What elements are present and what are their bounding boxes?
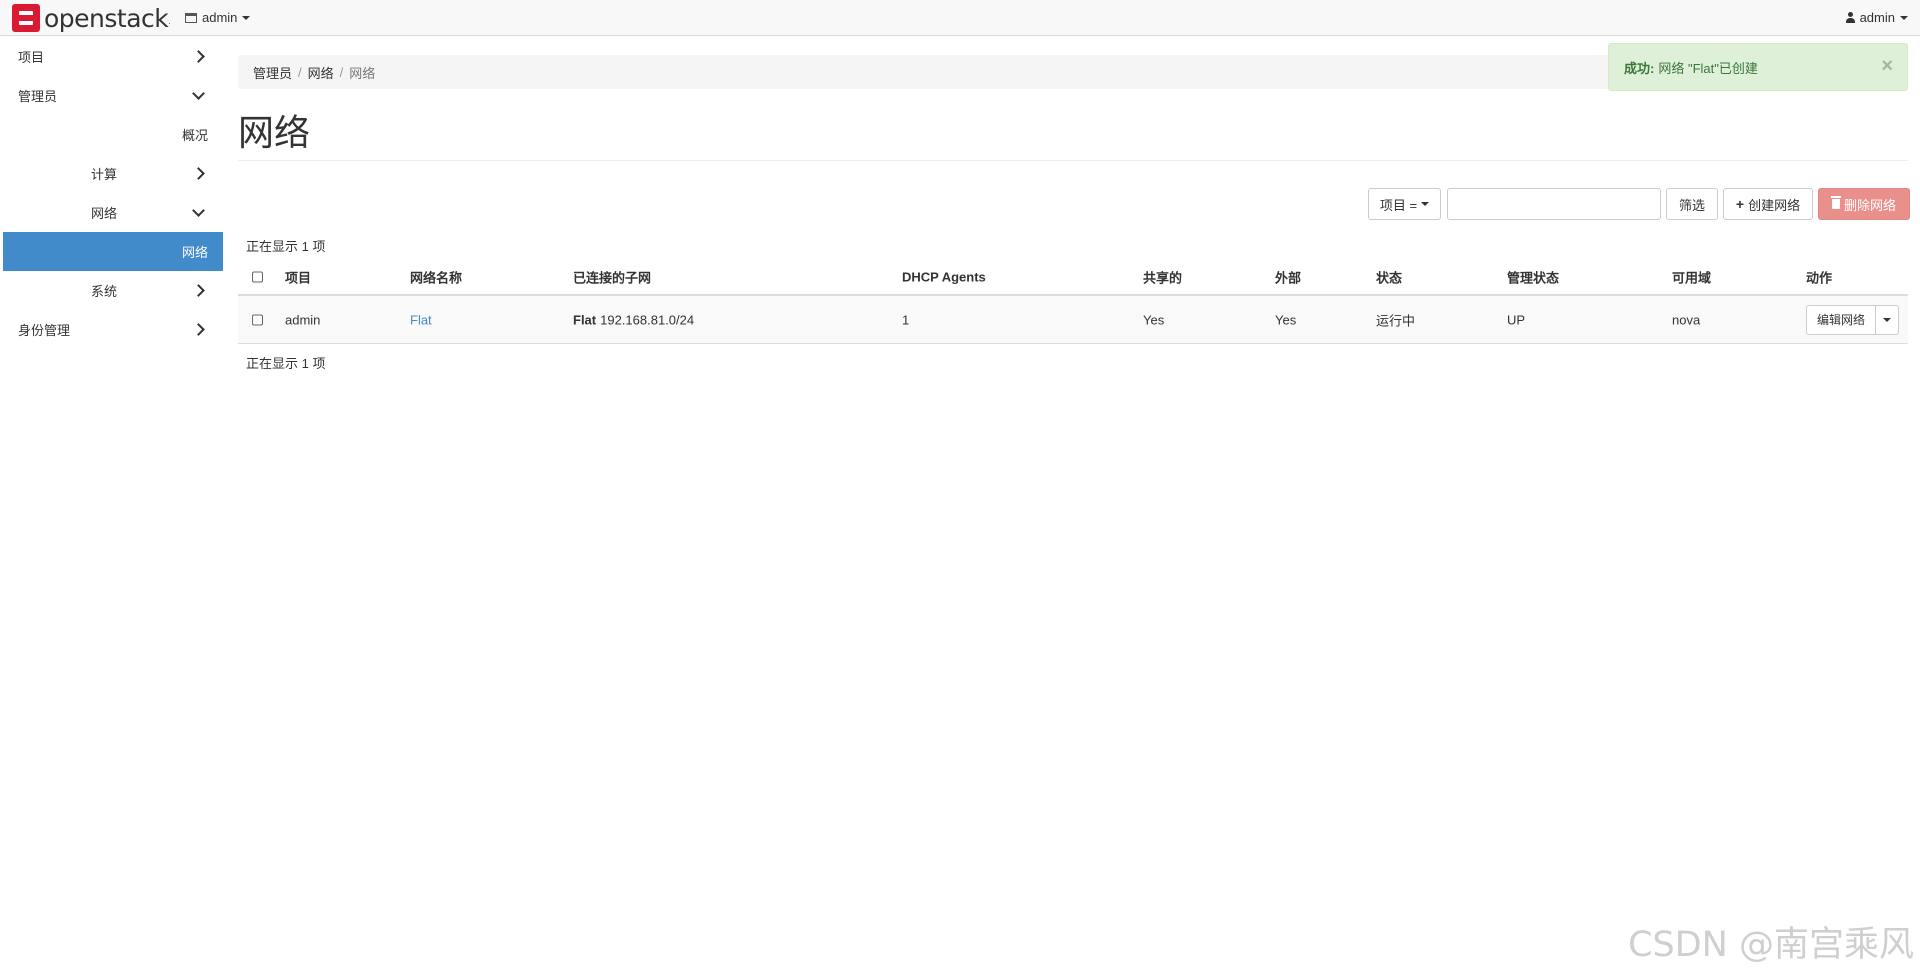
breadcrumb-item-network[interactable]: 网络 [308,63,334,82]
sidebar-item-label: 网络 [91,206,118,221]
breadcrumb-item-current: 网络 [349,65,376,81]
openstack-logo-icon [12,4,40,32]
chevron-down-icon [194,89,204,101]
sidebar-item-label: 网络 [181,245,208,260]
chevron-right-icon [194,284,204,296]
column-header[interactable]: 已连接的子网 [573,268,651,287]
plus-icon: + [1735,196,1745,212]
title-divider [238,160,1908,161]
column-header[interactable]: 网络名称 [410,268,462,287]
delete-networks-label: 删除网络 [1843,197,1896,213]
cell-external: Yes [1275,312,1297,327]
column-header: 动作 [1806,270,1833,286]
chevron-right-icon [194,323,204,335]
sidebar-item-identity[interactable]: 身份管理 [0,310,224,349]
breadcrumb-item-admin[interactable]: 管理员 [253,63,292,82]
sidebar-item-admin[interactable]: 管理员 [0,76,224,115]
sidebar-item-label: 系统 [91,284,118,299]
column-header[interactable]: 外部 [1275,268,1301,287]
subnet-cidr: 192.168.81.0/24 [600,312,695,327]
logo-text: openstack [44,3,169,33]
cell-availability-zone: nova [1672,312,1701,327]
breadcrumb-separator: / [298,64,302,80]
filter-field-label: 项目 = [1379,197,1418,213]
caret-down-icon [1883,317,1892,322]
caret-down-icon [1421,202,1430,206]
filter-field-select[interactable]: 项目 = [1368,188,1441,220]
openstack-logo[interactable]: openstack . [12,3,171,33]
column-header[interactable]: DHCP Agents [902,270,986,285]
create-network-button[interactable]: + 创建网络 [1723,188,1813,220]
caret-down-icon [1900,15,1908,20]
success-alert: 成功: 网络 "Flat"已创建 × [1608,43,1908,91]
project-switcher-label: admin [202,10,238,25]
edit-network-button[interactable]: 编辑网络 [1806,304,1877,335]
column-header[interactable]: 可用域 [1672,268,1711,287]
networks-table: 项目 网络名称 已连接的子网 DHCP Agents 共享的 外部 状态 管理状… [238,260,1908,344]
chevron-down-icon [194,206,204,218]
watermark: CSDN @南宫乘风 [1628,925,1914,965]
sidebar: 项目 管理员 概况 计算 网络 网络 系统 身份管理 [0,37,224,349]
network-name-link[interactable]: Flat [410,312,432,327]
sidebar-item-label: 身份管理 [18,323,71,338]
cell-status: 运行中 [1376,313,1416,328]
close-icon[interactable]: × [1881,56,1893,76]
sidebar-item-networks[interactable]: 网络 [3,232,223,271]
table-header-row: 项目 网络名称 已连接的子网 DHCP Agents 共享的 外部 状态 管理状… [238,260,1908,296]
column-header[interactable]: 管理状态 [1507,268,1559,287]
select-all-checkbox[interactable] [252,271,263,283]
user-menu[interactable]: admin [1845,10,1908,25]
alert-message: 网络 "Flat"已创建 [1658,60,1758,76]
top-navbar: openstack . admin admin [0,0,1920,36]
sidebar-item-network-group[interactable]: 网络 [0,193,224,232]
column-header[interactable]: 状态 [1376,268,1402,287]
sidebar-item-compute[interactable]: 计算 [0,154,224,193]
window-icon [185,12,197,23]
filter-button[interactable]: 筛选 [1666,188,1718,220]
cell-admin-state: UP [1507,312,1526,327]
project-switcher[interactable]: admin [185,10,251,25]
cell-dhcp-agents: 1 [902,312,910,327]
cell-shared: Yes [1143,312,1165,327]
cell-subnets: Flat 192.168.81.0/24 [573,312,694,327]
column-header[interactable]: 共享的 [1143,268,1182,287]
chevron-right-icon [194,167,204,179]
filter-input[interactable] [1447,188,1661,220]
sidebar-item-system[interactable]: 系统 [0,271,224,310]
cell-project: admin [285,312,321,327]
sidebar-item-label: 计算 [91,167,118,182]
column-header[interactable]: 项目 [285,268,311,287]
item-count-bottom: 正在显示 1 项 [246,356,326,371]
delete-networks-button[interactable]: 删除网络 [1818,188,1910,220]
chevron-right-icon [194,50,204,62]
sidebar-item-label: 管理员 [18,89,58,104]
alert-prefix: 成功: [1624,60,1655,76]
row-actions: 编辑网络 [1806,304,1900,335]
user-icon [1845,12,1855,23]
breadcrumb-separator: / [339,64,344,80]
trash-icon [1830,196,1841,209]
row-actions-dropdown[interactable] [1876,304,1900,335]
table-row: admin Flat Flat 192.168.81.0/24 1 Yes Yes… [238,296,1908,344]
sidebar-item-label: 项目 [18,50,45,65]
row-checkbox[interactable] [252,314,263,325]
sidebar-item-label: 概况 [181,128,208,143]
subnet-name: Flat [573,312,597,327]
caret-down-icon [242,15,251,20]
create-network-label: 创建网络 [1748,197,1801,213]
item-count-top: 正在显示 1 项 [246,239,326,254]
page-title: 网络 [238,112,311,153]
sidebar-item-overview[interactable]: 概况 [0,115,224,154]
sidebar-item-project[interactable]: 项目 [0,37,224,76]
logo-registered-mark: . [168,16,171,26]
user-menu-label: admin [1859,10,1895,25]
